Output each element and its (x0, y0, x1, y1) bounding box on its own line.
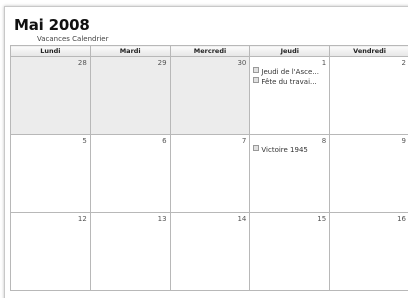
day-cell[interactable]: 7 (169, 134, 251, 213)
day-cell[interactable]: 5 (10, 134, 91, 213)
month-grid: Lundi Mardi Mercredi Jeudi Vendredi 28 29… (10, 45, 408, 291)
day-number[interactable]: 13 (158, 215, 167, 223)
event-title[interactable]: Jeudi de l'Asce... (261, 68, 319, 76)
day-cell[interactable]: 1 Jeudi de l'Asce... Fête du travai... (249, 56, 331, 135)
day-cell[interactable]: 14 (169, 212, 251, 291)
event-item[interactable]: Fête du travai... (253, 77, 327, 86)
weekday-header-lundi: Lundi (10, 45, 91, 57)
day-number[interactable]: 29 (158, 59, 167, 67)
day-cell[interactable]: 30 (169, 56, 251, 135)
day-cell[interactable]: 15 (249, 212, 331, 291)
day-number[interactable]: 2 (402, 59, 406, 67)
week-row: 12 13 14 15 16 (10, 212, 408, 291)
day-cell[interactable]: 29 (89, 56, 171, 135)
day-number[interactable]: 5 (82, 137, 86, 145)
week-row: 5 6 7 8 Victoire 1945 9 (10, 134, 408, 213)
event-list: Jeudi de l'Asce... Fête du travai... (253, 67, 327, 87)
week-row: 28 29 30 1 Jeudi de l'Asce... Fête du travai.… (10, 56, 408, 135)
day-number[interactable]: 6 (162, 137, 166, 145)
weekday-header-jeudi: Jeudi (249, 45, 331, 57)
day-cell[interactable]: 12 (10, 212, 91, 291)
day-number[interactable]: 15 (317, 215, 326, 223)
weekday-header-mardi: Mardi (89, 45, 171, 57)
event-list: Victoire 1945 (253, 145, 327, 155)
day-number[interactable]: 14 (237, 215, 246, 223)
month-title: Mai 2008 (14, 16, 90, 34)
event-title[interactable]: Fête du travai... (261, 78, 316, 86)
weekday-header-vendredi: Vendredi (329, 45, 408, 57)
day-cell[interactable]: 6 (89, 134, 171, 213)
day-cell[interactable]: 13 (89, 212, 171, 291)
day-cell[interactable]: 2 (329, 56, 408, 135)
event-title[interactable]: Victoire 1945 (261, 146, 307, 154)
event-bullet-icon (253, 77, 260, 83)
day-cell[interactable]: 9 (329, 134, 408, 213)
day-cell[interactable]: 28 (10, 56, 91, 135)
day-number[interactable]: 30 (237, 59, 246, 67)
event-bullet-icon (253, 145, 260, 151)
event-item[interactable]: Jeudi de l'Asce... (253, 67, 327, 76)
weekday-header-row: Lundi Mardi Mercredi Jeudi Vendredi (10, 45, 408, 57)
day-number[interactable]: 12 (78, 215, 87, 223)
day-cell[interactable]: 8 Victoire 1945 (249, 134, 331, 213)
day-number[interactable]: 7 (242, 137, 246, 145)
day-cell[interactable]: 16 (329, 212, 408, 291)
day-number[interactable]: 28 (78, 59, 87, 67)
calendar-name: Vacances Calendrier (37, 35, 109, 43)
calendar-page: Mai 2008 Vacances Calendrier Lundi Mardi… (0, 0, 408, 298)
event-bullet-icon (253, 67, 260, 73)
event-item[interactable]: Victoire 1945 (253, 145, 327, 154)
day-number[interactable]: 16 (397, 215, 406, 223)
day-number[interactable]: 8 (322, 137, 326, 145)
weekday-header-mercredi: Mercredi (169, 45, 251, 57)
day-number[interactable]: 9 (402, 137, 406, 145)
day-number[interactable]: 1 (322, 59, 326, 67)
